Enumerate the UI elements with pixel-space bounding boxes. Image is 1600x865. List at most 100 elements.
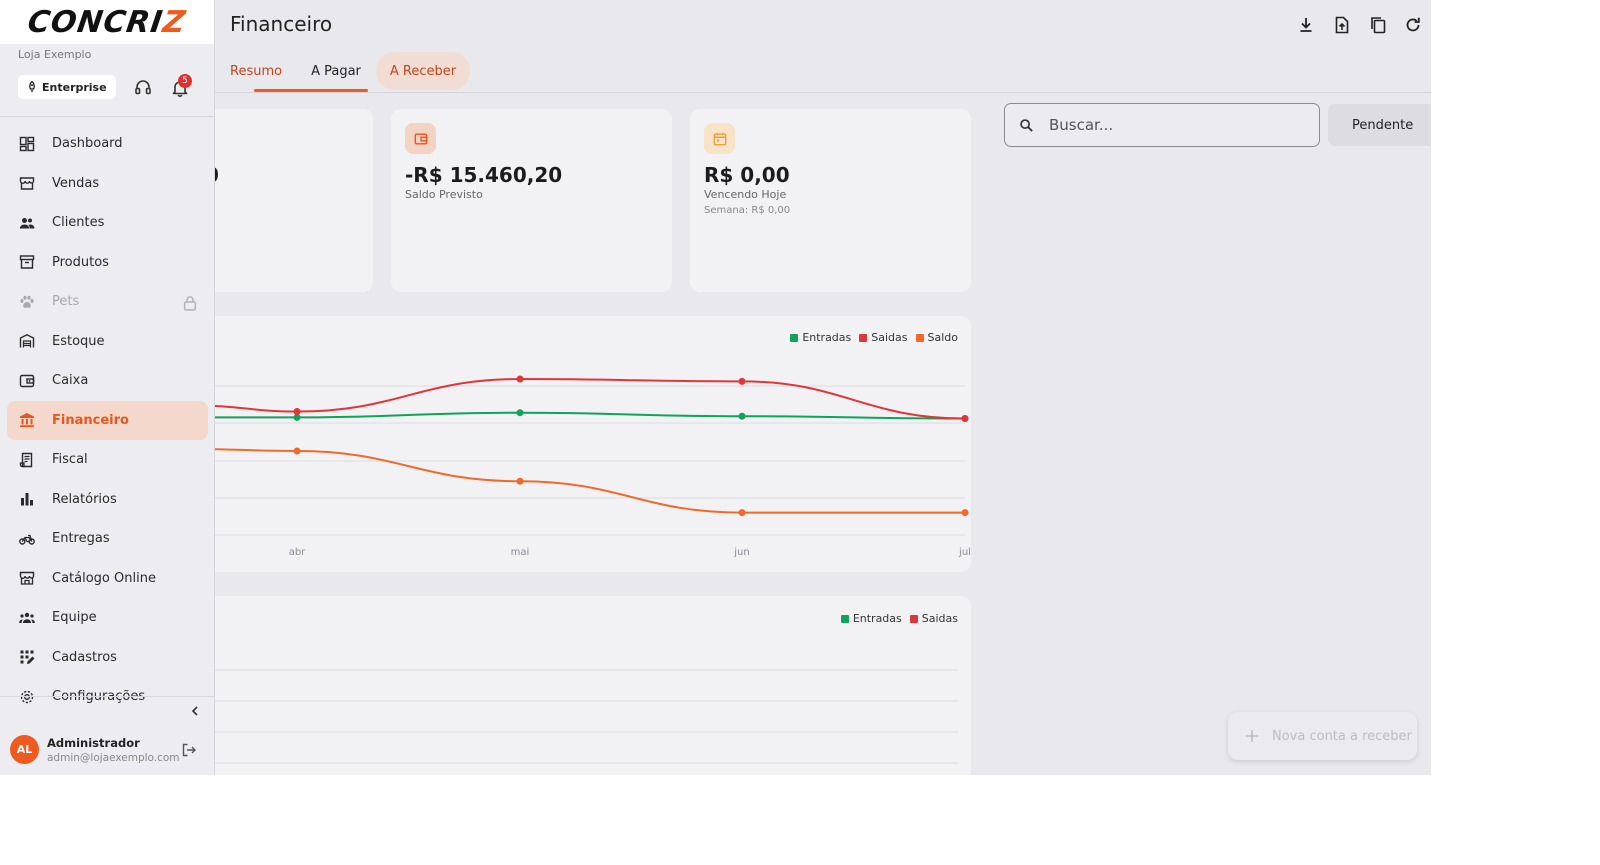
download-icon[interactable] [1296,15,1316,35]
sidebar-item-label: Produtos [52,254,109,270]
sidebar-item-entregas[interactable]: Entregas [7,519,208,559]
sidebar-item-equipe[interactable]: Equipe [7,598,208,638]
series-line-entradas[interactable] [215,411,966,420]
sidebar-item-label: Pets [52,294,80,310]
logout-icon[interactable] [181,742,197,758]
search-icon [1020,118,1033,132]
sidebar-item-produtos[interactable]: Produtos [7,243,208,283]
warehouse-icon [19,334,35,348]
new-receivable-button[interactable]: Nova conta a receber [1228,712,1417,760]
summary-card-vencendo-hoje: R$ 0,00 Vencendo Hoje Semana: R$ 0,00 [690,109,971,292]
copy-icon[interactable] [1368,15,1388,35]
support-icon[interactable] [133,78,153,98]
sidebar-item-fiscal[interactable]: Fiscal [7,440,208,480]
brand-logo[interactable]: CONCRIZ [0,0,214,44]
refresh-icon[interactable] [1403,15,1423,35]
data-point-saldo-abr[interactable] [293,447,301,455]
calendar-icon [704,123,735,154]
data-point-saldo-jul[interactable] [961,509,969,517]
x-tick-label: abr [289,547,306,558]
sidebar-item-label: Catálogo Online [52,570,156,586]
sidebar-item-caixa[interactable]: Caixa [7,361,208,401]
data-point-saidas-jul[interactable] [961,415,969,423]
user-name: Administrador [47,735,140,750]
sidebar-item-clientes[interactable]: Clientes [7,203,208,243]
x-tick-label: mai [511,547,530,558]
filter-pendente-button[interactable]: Pendente [1328,104,1431,146]
legend-item-saidas[interactable]: Saidas [859,331,908,344]
summary-card-saldo-previsto: -R$ 15.460,20 Saldo Previsto [391,109,672,292]
tab-a-pagar[interactable]: A Pagar [311,52,361,90]
sidebar: CONCRIZ Loja Exemplo Enterprise 5 Dashbo… [0,0,215,775]
archive-icon [19,255,35,269]
plus-icon [1246,730,1258,742]
search-input[interactable] [1049,116,1299,134]
tabs-divider [215,92,1431,93]
chart-legend: Entradas Saidas Saldo [790,331,958,344]
summary-card-1: 0 [205,109,373,292]
user-email: admin@lojaexemplo.com [47,751,180,764]
legend-item-entradas[interactable]: Entradas [790,331,851,344]
sidebar-item-cadastros[interactable]: Cadastros [7,638,208,678]
legend-item-entradas[interactable]: Entradas [840,612,902,625]
chevron-left-icon[interactable] [188,704,202,718]
chart-legend: Entradas Saidas [840,612,958,625]
grid-edit-icon [20,650,35,665]
bar-chart-icon [21,493,33,506]
card-label: Saldo Previsto [405,188,483,201]
divider [0,116,214,117]
sidebar-item-estoque[interactable]: Estoque [7,322,208,362]
sidebar-item-financeiro[interactable]: Financeiro [7,400,208,440]
card-value: -R$ 15.460,20 [405,163,563,187]
group-icon [19,612,35,623]
rocket-icon [29,81,35,93]
sidebar-item-dashboard[interactable]: Dashboard [7,124,208,164]
tab-bar: Resumo A Pagar A Receber [230,52,499,92]
card-subtext: Semana: R$ 0,00 [704,205,791,216]
sidebar-item-label: Clientes [52,215,105,231]
sidebar-item-vendas[interactable]: Vendas [7,164,208,204]
sidebar-item-label: Relatórios [52,491,117,507]
store-icon [19,177,35,190]
line-chart-canvas: abr mai jun jul [215,375,971,558]
sidebar-item-relatorios[interactable]: Relatórios [7,480,208,520]
lock-icon [183,296,197,311]
motorcycle-icon [19,534,35,545]
bank-icon [20,413,34,428]
data-point-saldo-mai[interactable] [516,477,524,485]
avatar: AL [10,735,39,764]
sidebar-item-label: Entregas [52,531,110,547]
storefront-icon [19,572,35,585]
legend-item-saidas[interactable]: Saidas [909,612,958,625]
sidebar-nav: Dashboard Vendas Clientes Produtos Pets [7,124,208,717]
plan-label: Enterprise [42,80,107,94]
data-point-entradas-mai[interactable] [516,409,524,417]
people-icon [19,217,35,229]
app-window: CONCRIZ Loja Exemplo Enterprise 5 Dashbo… [0,0,1431,775]
file-upload-icon[interactable] [1332,15,1352,35]
card-value: R$ 0,00 [704,163,790,187]
sidebar-item-label: Dashboard [52,136,123,152]
page-title: Financeiro [230,12,333,36]
cashflow-line-chart: abr mai jun jul Entradas Saidas Saldo [215,316,971,572]
legend-item-saldo[interactable]: Saldo [915,331,958,344]
store-name: Loja Exemplo [18,48,92,61]
sidebar-item-label: Financeiro [52,412,129,428]
data-point-saidas-mai[interactable] [516,375,524,383]
logo-text: CONCRIZ [25,4,189,40]
new-receivable-label: Nova conta a receber [1272,728,1412,744]
data-point-saidas-jun[interactable] [738,377,746,385]
tab-resumo[interactable]: Resumo [230,52,282,90]
data-point-saidas-abr[interactable] [293,408,301,416]
series-line-saldo[interactable] [215,448,965,514]
notification-badge: 5 [178,74,192,88]
data-point-entradas-jun[interactable] [738,412,746,420]
receipt-icon [19,452,33,467]
sidebar-item-catalogo-online[interactable]: Catálogo Online [7,559,208,599]
tab-a-receber[interactable]: A Receber [375,52,471,90]
plan-badge[interactable]: Enterprise [18,75,116,99]
x-tick-label: jul [958,547,971,558]
sidebar-item-pets[interactable]: Pets [7,282,208,322]
user-profile[interactable]: AL Administrador admin@lojaexemplo.com [10,735,180,764]
data-point-saldo-jun[interactable] [738,509,746,517]
